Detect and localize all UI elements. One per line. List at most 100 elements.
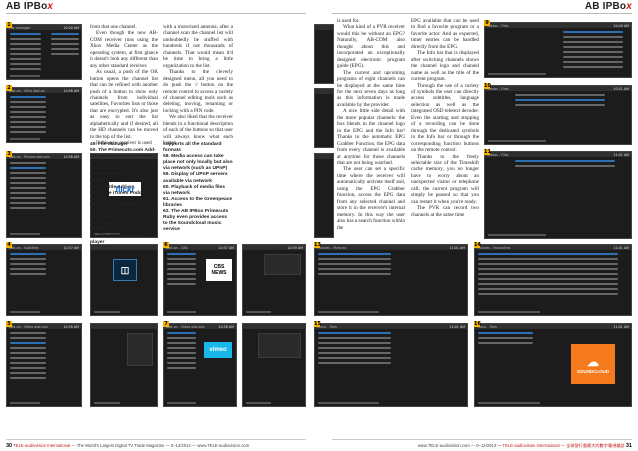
figure-number: 9 — [484, 20, 490, 26]
page-header: AB IPBox AB IPBox — [0, 0, 638, 14]
screen-title: File manager — [9, 26, 31, 30]
paragraph: Thanks to the cleverly designed menu, al… — [163, 69, 233, 114]
paragraph: A nice little side detail with the more … — [337, 108, 405, 166]
screenshot-pictures-list: Pictures - Pictures 11:01 AM — [314, 244, 468, 316]
screenshot-vimeo-detail — [242, 323, 306, 407]
screen-title: Pictures - Pictures — [317, 246, 347, 250]
text-column-2: with a motorized antenna, after a channe… — [163, 24, 233, 147]
paragraph: The PVR can record two channels at the s… — [411, 205, 479, 218]
brand-x: x — [47, 1, 54, 12]
brand-text: AB IPBo — [584, 1, 627, 12]
text-column-1: from that one channel. Even though the n… — [90, 24, 158, 147]
screenshot-strip-left — [314, 88, 334, 148]
footer-left: 30 TELE-audiovision International — The … — [6, 443, 249, 449]
page-number-right: 31 — [625, 443, 632, 449]
paragraph: EPG available that can be used to find a… — [411, 18, 479, 50]
magazine-name-cn: TELE-audiovision International — 全球發行量最大… — [502, 443, 625, 448]
soundcloud-label: SOUNDCLOUD — [576, 368, 610, 374]
brand-logo-left: AB IPBox — [6, 1, 53, 12]
screen-clock: 10:56 AM — [63, 89, 79, 93]
paragraph: Thanks to the freely selectable size of … — [411, 153, 479, 205]
paragraph: The user can set a specific time where t… — [337, 166, 405, 231]
figure-caption: 50. The Primecuts.com Add-on contains an… — [90, 148, 158, 178]
paragraph: Through the use of a variety of symbols … — [411, 82, 479, 154]
text-column-3: is used for. What kind of a PVR receiver… — [337, 18, 405, 231]
screen-title: Videos - Files — [487, 24, 509, 28]
figure-number: 11 — [484, 149, 491, 155]
screen-title: Add-on - Subtitles — [9, 246, 39, 250]
screenshot-soundcloud: Music - Files 11:01 AM ☁ SOUNDCLOUD — [474, 323, 632, 407]
screen-clock: 11:01 AM — [613, 153, 629, 157]
screen-title: Pictures - Favourites — [477, 246, 511, 250]
screenshot-strip-left — [314, 153, 334, 238]
caption-block-2: supports all the standard formats 58. Me… — [163, 142, 233, 233]
screenshot-flickr-addon: Add-on - Picture add-ons 10:56 AM — [6, 153, 82, 238]
screenshot-upnp-servers: Videos - Files 10:51 AM — [484, 85, 632, 145]
figure-number: 7 — [163, 321, 169, 327]
screenshot-libraries-detail: 10:59 AM — [242, 244, 306, 316]
figure-caption: 54. Even the libraries from various TV c… — [90, 202, 155, 221]
screenshot-greenpeace-libraries: Pictures - Favourites 11:01 AM — [474, 244, 632, 316]
screenshot-tv-libraries: Add-on - CBS 10:57 AM CBS NEWS — [163, 244, 237, 316]
screen-title: Add-on - Video add-ons — [9, 325, 48, 329]
figure-caption: 57. The integrated music player — [90, 233, 148, 245]
footer-right: www.TELE-audiovision.com — 0–12/2013 — T… — [418, 443, 632, 449]
screenshot-subtitle-addon: Add-on - Subtitles 10:57 AM — [6, 244, 82, 316]
screen-clock: 10:49 AM — [613, 24, 629, 28]
screen-clock: 10:00 AM — [63, 26, 79, 30]
screenshot-primecuts-addons: Add-on - Ultra Add-on 10:56 AM — [6, 87, 82, 143]
screen-title: Add-on - Video add-ons — [166, 325, 205, 329]
screenshot-vimeo-addon: Add-on - Video add-ons 10:58 AM vimeo — [163, 323, 237, 407]
figure-caption: supports all the standard formats — [163, 142, 222, 154]
figure-caption: 62. The AB IPBox Primecuts Ruby even pro… — [163, 209, 229, 233]
screen-clock: 10:57 AM — [218, 246, 234, 250]
screenshot-subtitle-detail: ◫ — [90, 244, 158, 316]
screenshot-strip-left — [314, 24, 334, 84]
figure-caption: 61. Access to the Greenpeace libraries — [163, 196, 233, 208]
text-column-4: EPG available that can be used to find a… — [411, 18, 479, 218]
figure-number: 1 — [6, 22, 12, 28]
screen-title: Add-on - CBS — [166, 246, 188, 250]
screen-clock: 10:59 AM — [287, 246, 303, 250]
figure-number: 15 — [314, 321, 321, 327]
cbs-logo-icon: CBS NEWS — [206, 259, 232, 281]
screen-clock: 10:58 AM — [218, 325, 234, 329]
screen-clock: 11:01 AM — [449, 325, 465, 329]
screenshot-network-playback: Videos - Files 11:01 AM — [484, 151, 632, 239]
screenshot-itunes-podcast-addon: Add-on - Video add-ons 10:58 AM — [6, 323, 82, 407]
screen-title: Add-on - Ultra Add-on — [9, 89, 45, 93]
screen-clock: 11:01 AM — [613, 325, 629, 329]
screenshot-itunes-detail — [90, 323, 158, 407]
brand-text: AB IPBo — [6, 1, 48, 12]
figure-number: 16 — [474, 321, 481, 327]
magazine-name: TELE-audiovision International — [13, 443, 71, 448]
header-rule-left — [6, 13, 306, 14]
screen-clock: 11:01 AM — [613, 246, 629, 250]
soundcloud-logo-icon: ☁ SOUNDCLOUD — [571, 344, 615, 384]
figure-number: 13 — [314, 242, 321, 248]
footer-tagline: — The World's Largest Digital TV Trade M… — [71, 443, 250, 448]
paragraph: with a motorized antenna, after a channe… — [163, 24, 233, 69]
paragraph: Even though the new AB-COM receiver runs… — [90, 30, 158, 69]
figure-number: 10 — [484, 83, 491, 89]
brand-logo-right: AB IPBox — [585, 1, 632, 12]
screen-clock: 10:57 AM — [63, 246, 79, 250]
screen-clock: 10:51 AM — [613, 87, 629, 91]
screen-clock: 10:56 AM — [63, 155, 79, 159]
brand-x: x — [626, 1, 632, 12]
figure-number: 6 — [163, 242, 169, 248]
cc-logo-icon: ◫ — [113, 259, 137, 281]
paragraph: The Info bar that is displayed after swi… — [411, 50, 479, 83]
figure-caption: 58. Media access can take place not only… — [163, 154, 233, 172]
figure-number: 4 — [6, 242, 12, 248]
caption-block-1: 49. File Manager 50. The Primecuts.com A… — [90, 142, 158, 246]
figure-number: 3 — [6, 151, 12, 157]
figure-number: 14 — [474, 242, 481, 248]
page-footer: 30 TELE-audiovision International — The … — [0, 439, 638, 451]
screen-clock: 10:58 AM — [63, 325, 79, 329]
figure-caption: 59. Display of UPnP servers available vi… — [163, 172, 228, 184]
paragraph: What kind of a PVR receiver would this b… — [337, 24, 405, 70]
paragraph: The current and upcoming programs of eig… — [337, 69, 405, 108]
screenshot-media-network: Videos - Files 10:49 AM — [484, 22, 632, 78]
figure-caption: 60. Playback of media files via network — [163, 184, 225, 196]
